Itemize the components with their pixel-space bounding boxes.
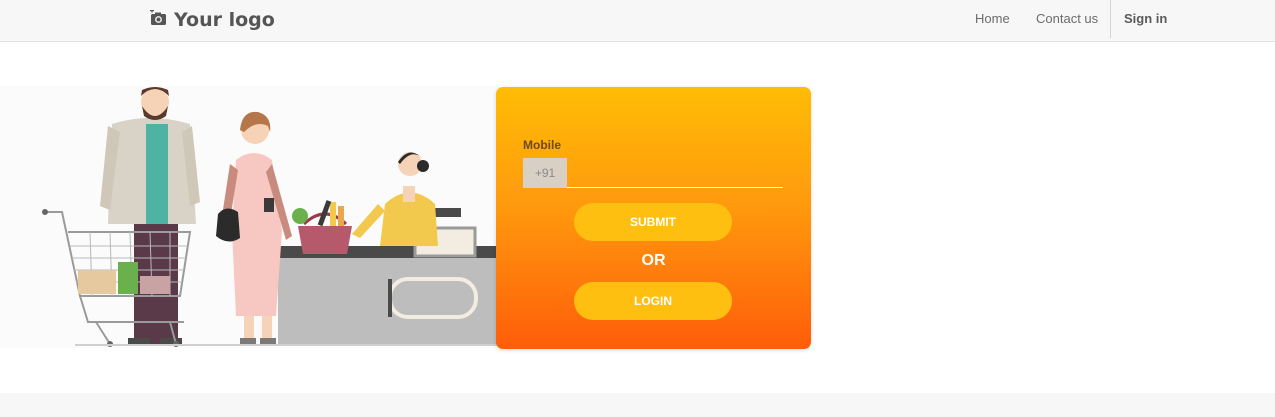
logo-text: Your logo	[174, 9, 275, 31]
logo[interactable]: Your logo	[150, 8, 275, 32]
footer-strip	[0, 393, 1275, 417]
shopping-checkout-illustration	[0, 86, 500, 348]
nav-home-link[interactable]: Home	[975, 11, 1010, 26]
top-navbar: Your logo Home Contact us Sign in	[0, 0, 1275, 42]
nav-signin-link[interactable]: Sign in	[1124, 11, 1167, 26]
nav-contact-link[interactable]: Contact us	[1036, 11, 1098, 26]
nav-divider	[1110, 0, 1111, 38]
mobile-input[interactable]	[567, 158, 783, 188]
camera-plus-icon	[150, 8, 168, 31]
or-separator: OR	[641, 252, 666, 269]
login-card: Mobile +91 SUBMIT OR LOGIN	[496, 87, 811, 349]
mobile-label: Mobile	[523, 138, 561, 152]
country-code-prefix: +91	[523, 158, 567, 188]
login-button[interactable]: LOGIN	[574, 282, 732, 320]
submit-button[interactable]: SUBMIT	[574, 203, 732, 241]
